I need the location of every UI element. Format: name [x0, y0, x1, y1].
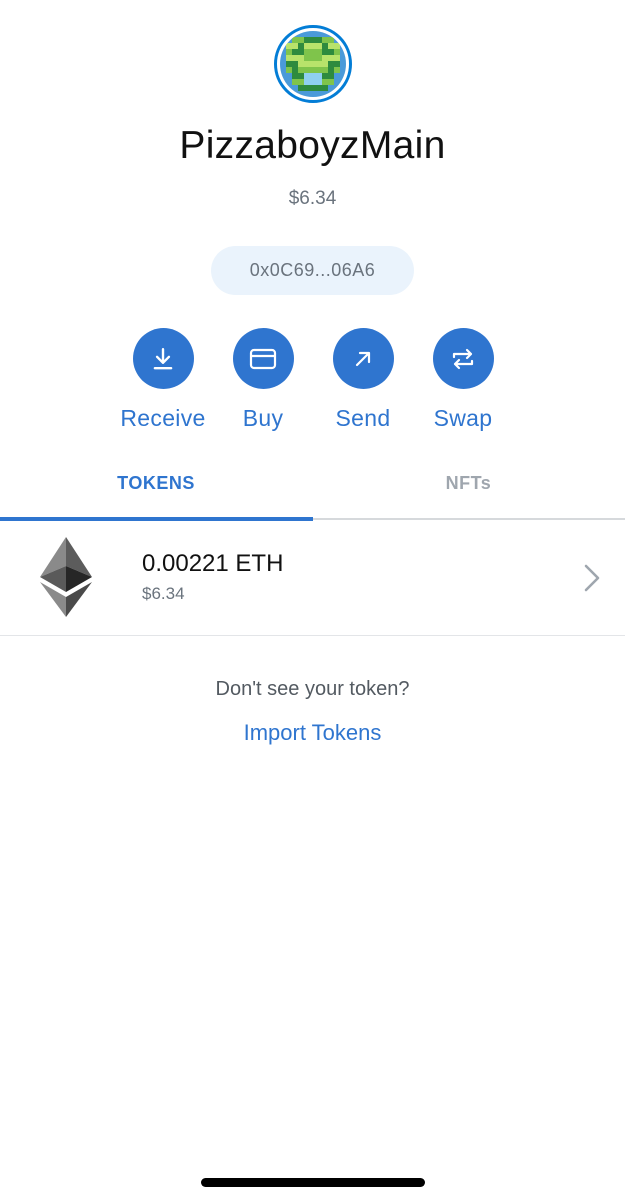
send-label: Send — [335, 405, 391, 431]
home-indicator[interactable] — [201, 1178, 425, 1187]
import-tokens-link[interactable]: Import Tokens — [0, 720, 625, 746]
account-address-text: 0x0C69...06A6 — [249, 260, 376, 280]
account-avatar[interactable] — [274, 25, 352, 103]
swap-icon — [452, 348, 474, 369]
chevron-right-icon — [584, 564, 600, 592]
tab-nfts[interactable]: NFTs — [312, 448, 625, 518]
asset-tabs: TOKENS NFTs — [0, 448, 625, 521]
card-icon — [249, 348, 277, 369]
token-amount: 0.00221 ETH — [142, 550, 284, 577]
swap-label: Swap — [433, 405, 493, 431]
arrow-up-right-icon — [355, 351, 371, 366]
account-address-button[interactable]: 0x0C69...06A6 — [211, 246, 414, 295]
account-balance: $6.34 — [288, 188, 337, 209]
token-fiat-value: $6.34 — [142, 584, 185, 603]
tab-tokens[interactable]: TOKENS — [0, 448, 312, 518]
missing-token-prompt: Don't see your token? — [215, 678, 410, 700]
receive-label: Receive — [120, 405, 206, 431]
send-button[interactable]: Send — [313, 328, 413, 432]
account-name[interactable]: PizzaboyzMain — [0, 124, 625, 168]
action-buttons: Receive Buy Send Swap — [0, 328, 625, 438]
receive-button[interactable]: Receive — [113, 328, 213, 432]
swap-circle[interactable] — [432, 328, 494, 389]
token-row-eth[interactable]: 0.00221 ETH $6.34 — [0, 520, 625, 636]
ethereum-icon — [40, 537, 92, 617]
receive-circle[interactable] — [132, 328, 194, 389]
buy-circle[interactable] — [232, 328, 294, 389]
wallet-screen: PizzaboyzMain $6.34 0x0C69...06A6 Receiv… — [0, 0, 625, 1200]
buy-label: Buy — [242, 405, 284, 431]
download-icon — [153, 347, 173, 369]
identicon-icon — [280, 31, 346, 97]
send-circle[interactable] — [332, 328, 394, 389]
buy-button[interactable]: Buy — [213, 328, 313, 432]
swap-button[interactable]: Swap — [413, 328, 513, 432]
